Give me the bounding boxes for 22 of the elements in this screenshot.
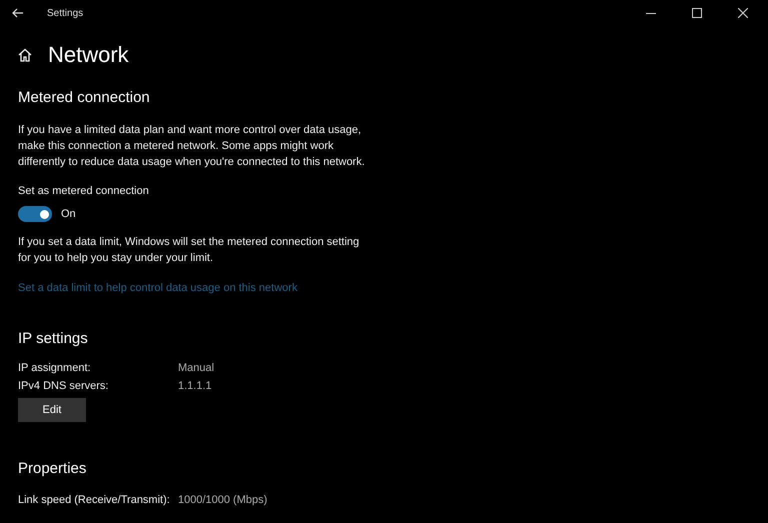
note-text: If you set a data limit, Windows will set the metered connection setting for you to help you stay under your limit. [18,235,360,266]
toggle-label: Set as metered connection [18,184,150,198]
section-heading: Properties [18,459,88,479]
description-text: If you have a limited data plan and want more control over data usage, make this connection a metered network. Some apps might work differently to reduce data usage when you're connected to this network. [18,123,366,170]
section-heading: IP settings [18,329,89,349]
home-icon[interactable] [18,48,32,62]
minimize-icon [646,12,656,14]
edit-button[interactable]: Edit [18,398,86,422]
property-label: Link speed (Receive/Transmit): [18,492,171,508]
close-icon [738,8,748,18]
back-icon [12,8,24,18]
property-label: IP assignment: [18,360,92,376]
maximize-icon [692,8,702,18]
metered-toggle[interactable] [18,206,52,222]
page-title: Network [48,42,129,68]
toggle-state: On [61,206,76,222]
property-value: Manual [178,360,214,376]
property-value: 1.1.1.1 [178,378,212,394]
property-label: IPv4 DNS servers: [18,378,110,394]
section-heading: Metered connection [18,88,151,108]
property-value: 1000/1000 (Mbps) [178,492,268,508]
window-title: Settings [47,6,84,20]
